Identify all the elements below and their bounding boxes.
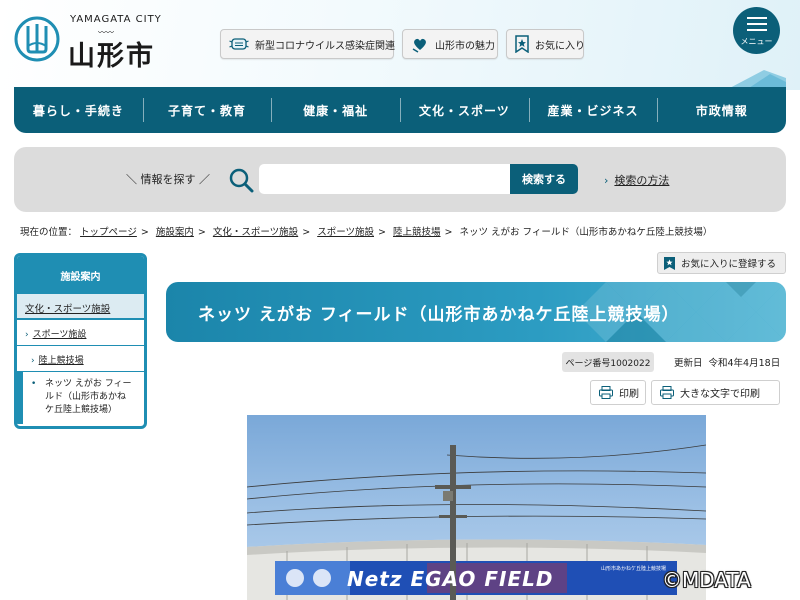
stadium-banner-text: Netz EGAO FIELD <box>347 567 554 591</box>
breadcrumb-prefix: 現在の位置： <box>20 227 78 238</box>
chevron-right-icon: › <box>31 356 35 366</box>
chevron-right-icon: › <box>604 174 609 187</box>
breadcrumb: 現在の位置： トップページ > 施設案内 > 文化・スポーツ施設 > スポーツ施設 > … <box>20 227 713 238</box>
city-charm-label: 山形市の魅力 <box>435 40 495 52</box>
mask-icon <box>229 34 249 54</box>
city-charm-button[interactable]: 山形市の魅力 <box>402 29 498 59</box>
favorites-label: お気に入り <box>535 40 585 52</box>
sidebar-nav: 施設案内 文化・スポーツ施設 › スポーツ施設 › 陸上競技場 • ネッツ えがお フ… <box>14 253 147 429</box>
site-logo[interactable]: YAMAGATA CITY 〰〰 山形市 <box>14 14 162 72</box>
covid-info-button[interactable]: 新型コロナウイルス感染症関連 <box>220 29 395 59</box>
search-icon <box>229 168 254 193</box>
search-panel: ＼ 情報を探す ／ 検索する › 検索の方法 <box>14 147 786 212</box>
heart-hand-icon <box>411 34 429 54</box>
site-header: YAMAGATA CITY 〰〰 山形市 新型コロナウイルス感染症関連 山形市の… <box>0 0 800 90</box>
page-number-badge: ページ番号1002022 <box>562 352 654 372</box>
chevron-right-icon: › <box>25 330 29 340</box>
breadcrumb-link-facilities[interactable]: 施設案内 <box>156 227 194 238</box>
logo-english: YAMAGATA CITY <box>70 14 162 25</box>
menu-label: メニュー <box>740 36 773 46</box>
breadcrumb-link-culture-sports[interactable]: 文化・スポーツ施設 <box>213 227 298 238</box>
add-favorite-label: お気に入りに登録する <box>681 259 777 270</box>
global-nav: 暮らし・手続き 子育て・教育 健康・福祉 文化・スポーツ 産業・ビジネス 市政情… <box>14 87 786 133</box>
nav-item-industry[interactable]: 産業・ビジネス <box>528 97 658 122</box>
favorites-button[interactable]: お気に入り <box>506 29 585 59</box>
search-method-link[interactable]: › 検索の方法 <box>604 172 669 188</box>
bullet-icon: • <box>31 379 37 389</box>
breadcrumb-link-top[interactable]: トップページ <box>80 227 137 238</box>
print-large-text-button[interactable]: 大きな文字で印刷 <box>651 380 780 405</box>
breadcrumb-link-sports[interactable]: スポーツ施設 <box>317 227 374 238</box>
updated-date: 更新日 令和4年4月18日 <box>674 358 781 369</box>
search-input[interactable] <box>259 164 511 194</box>
sidebar-category-link[interactable]: 文化・スポーツ施設 <box>17 294 144 320</box>
sidebar-item-sports[interactable]: › スポーツ施設 <box>17 320 144 346</box>
nav-item-living[interactable]: 暮らし・手続き <box>14 102 143 119</box>
stadium-photo: Netz EGAO FIELD 山形市あかねケ丘陸上競技場 <box>247 415 706 600</box>
bookmark-star-icon <box>664 256 675 270</box>
nav-item-childcare[interactable]: 子育て・教育 <box>142 97 272 122</box>
breadcrumb-current: ネッツ えがお フィールド（山形市あかねケ丘陸上競技場） <box>459 227 713 238</box>
search-heading: ＼ 情報を探す ／ <box>126 173 210 186</box>
page-title: ネッツ えがお フィールド（山形市あかねケ丘陸上競技場） <box>198 305 680 325</box>
add-favorite-button[interactable]: お気に入りに登録する <box>657 252 786 274</box>
sidebar-item-current: • ネッツ えがお フィールド（山形市あかねケ丘陸上競技場） <box>17 372 144 424</box>
city-emblem-icon <box>14 16 60 62</box>
covid-info-label: 新型コロナウイルス感染症関連 <box>255 40 395 52</box>
menu-button[interactable]: メニュー <box>733 7 780 54</box>
bookmark-star-icon <box>515 34 529 54</box>
search-button[interactable]: 検索する <box>510 164 578 194</box>
page-title-banner: ネッツ えがお フィールド（山形市あかねケ丘陸上競技場） <box>166 282 786 342</box>
nav-item-health[interactable]: 健康・福祉 <box>271 97 400 122</box>
nav-item-culture-sports[interactable]: 文化・スポーツ <box>400 97 529 122</box>
stadium-banner-subtext: 山形市あかねケ丘陸上競技場 <box>601 566 667 572</box>
sidebar-heading: 施設案内 <box>17 256 144 294</box>
sidebar-item-track[interactable]: › 陸上競技場 <box>17 346 144 372</box>
logo-japanese: 山形市 <box>68 41 155 72</box>
copyright-watermark: ©MDATA <box>662 568 751 592</box>
print-button[interactable]: 印刷 <box>590 380 646 405</box>
printer-icon <box>660 386 674 399</box>
hamburger-icon <box>746 16 767 19</box>
breadcrumb-link-track[interactable]: 陸上競技場 <box>393 227 441 238</box>
printer-icon <box>599 386 613 399</box>
nav-item-city-info[interactable]: 市政情報 <box>657 97 786 122</box>
